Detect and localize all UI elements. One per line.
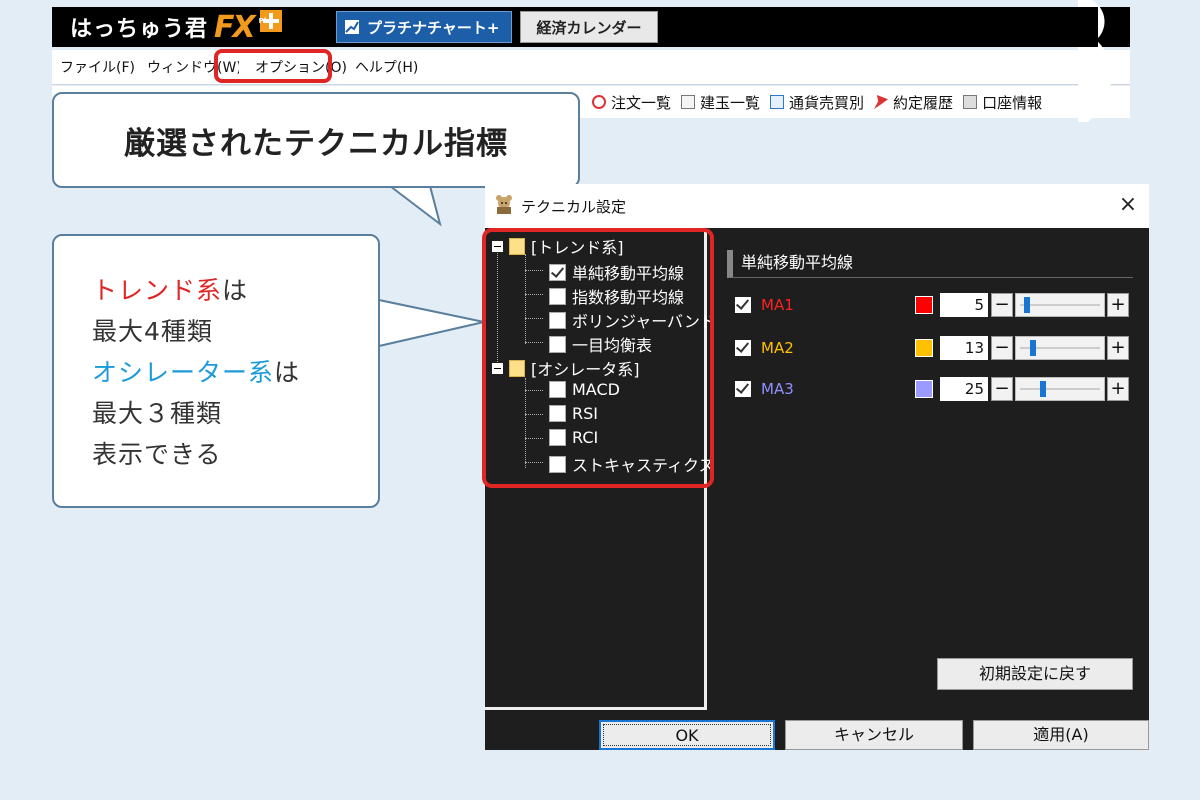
ma1-minus-button[interactable]: − bbox=[991, 293, 1013, 317]
ma-row: MA1 5 − + bbox=[735, 292, 1135, 318]
platinum-chart-label: プラチナチャート+ bbox=[367, 18, 500, 37]
headline-text: 厳選されたテクニカル指標 bbox=[124, 125, 508, 162]
account-icon bbox=[963, 95, 978, 109]
platinum-chart-button[interactable]: プラチナチャート+ bbox=[336, 11, 512, 43]
ma3-minus-button[interactable]: − bbox=[991, 377, 1013, 401]
ma2-label: MA2 bbox=[761, 339, 794, 357]
ma1-label: MA1 bbox=[761, 296, 794, 314]
toolbar-history-label: 約定履歴 bbox=[893, 93, 954, 112]
desc-particle-2: は bbox=[274, 358, 301, 387]
ma3-plus-button[interactable]: + bbox=[1107, 377, 1129, 401]
logo-plus-text: Plus bbox=[258, 17, 276, 25]
position-icon bbox=[681, 95, 696, 109]
ma2-plus-button[interactable]: + bbox=[1107, 336, 1129, 360]
toolbar-account-label: 口座情報 bbox=[982, 93, 1043, 112]
logo-fx: FX bbox=[214, 9, 256, 45]
desc-particle-1: は bbox=[222, 276, 249, 305]
ma1-slider-thumb[interactable] bbox=[1024, 297, 1030, 313]
ma2-checkbox[interactable] bbox=[735, 340, 751, 356]
ma1-period-input[interactable]: 5 bbox=[940, 293, 988, 317]
ma3-slider[interactable] bbox=[1015, 377, 1105, 401]
menu-help[interactable]: ヘルプ(H) bbox=[351, 57, 422, 77]
ma-row: MA3 25 − + bbox=[735, 376, 1135, 402]
dialog-title: テクニカル設定 bbox=[521, 198, 627, 216]
logo-text: はっちゅう君 bbox=[70, 17, 209, 42]
app-titlebar: はっちゅう君 FX Plus プラチナチャート+ 経済カレンダー bbox=[52, 7, 1130, 47]
currency-icon bbox=[770, 95, 785, 109]
chart-icon bbox=[343, 18, 361, 36]
ma2-slider-thumb[interactable] bbox=[1030, 340, 1037, 356]
toolbar-currency[interactable]: 通貨売買別 bbox=[770, 92, 864, 113]
app-logo: はっちゅう君 FX Plus bbox=[70, 9, 282, 45]
ma3-slider-thumb[interactable] bbox=[1040, 381, 1046, 397]
ma2-slider[interactable] bbox=[1015, 336, 1105, 360]
headline-callout: 厳選されたテクニカル指標 bbox=[52, 92, 580, 188]
trend-text: トレンド系 bbox=[92, 276, 223, 305]
ma1-color-swatch[interactable] bbox=[915, 296, 933, 314]
ma1-checkbox[interactable] bbox=[735, 297, 751, 313]
ma2-color-swatch[interactable] bbox=[915, 339, 933, 357]
reset-defaults-button[interactable]: 初期設定に戻す bbox=[937, 658, 1133, 690]
toolbar-positions[interactable]: 建玉一覧 bbox=[681, 92, 760, 113]
ma2-minus-button[interactable]: − bbox=[991, 336, 1013, 360]
desc-line-4: 最大３種類 bbox=[92, 399, 223, 428]
apply-button[interactable]: 適用(A) bbox=[973, 720, 1149, 750]
toolbar-history[interactable]: 約定履歴 bbox=[874, 92, 953, 113]
dialog-titlebar: テクニカル設定 × bbox=[485, 184, 1149, 228]
ma1-slider[interactable] bbox=[1015, 293, 1105, 317]
ma-row: MA2 13 − + bbox=[735, 335, 1135, 361]
order-icon bbox=[592, 95, 606, 109]
pin-icon bbox=[874, 95, 889, 109]
ma3-label: MA3 bbox=[761, 380, 794, 398]
cancel-button[interactable]: キャンセル bbox=[785, 720, 963, 750]
ma3-checkbox[interactable] bbox=[735, 381, 751, 397]
close-icon[interactable]: × bbox=[1115, 192, 1141, 218]
desc-line-3: オシレーター系は bbox=[92, 352, 378, 393]
app-character-icon bbox=[496, 195, 512, 214]
panel-title: 単純移動平均線 bbox=[727, 250, 1133, 278]
oscillator-text: オシレーター系 bbox=[92, 358, 275, 387]
desc-line-1: トレンド系は bbox=[92, 270, 378, 311]
ma1-plus-button[interactable]: + bbox=[1107, 293, 1129, 317]
economic-calendar-button[interactable]: 経済カレンダー bbox=[520, 11, 658, 43]
ma3-period-input[interactable]: 25 bbox=[940, 377, 988, 401]
toolbar-account[interactable]: 口座情報 bbox=[963, 92, 1042, 113]
toolbar-orders[interactable]: 注文一覧 bbox=[592, 92, 671, 113]
desc-line-5: 表示できる bbox=[92, 440, 222, 469]
description-callout: トレンド系は 最大4種類 オシレーター系は 最大３種類 表示できる bbox=[52, 234, 380, 508]
window-edge-curve bbox=[1078, 0, 1112, 122]
toolbar-currency-label: 通貨売買別 bbox=[789, 93, 865, 112]
ma2-period-input[interactable]: 13 bbox=[940, 336, 988, 360]
ok-button[interactable]: OK bbox=[599, 720, 775, 750]
toolbar-positions-label: 建玉一覧 bbox=[700, 93, 761, 112]
ma3-color-swatch[interactable] bbox=[915, 380, 933, 398]
option-menu-highlight bbox=[214, 49, 332, 83]
menu-file[interactable]: ファイル(F) bbox=[56, 57, 139, 77]
logo-plus-icon: Plus bbox=[258, 10, 282, 32]
toolbar-orders-label: 注文一覧 bbox=[611, 93, 672, 112]
tree-highlight bbox=[482, 228, 714, 488]
desc-line-2: 最大4種類 bbox=[92, 317, 213, 346]
